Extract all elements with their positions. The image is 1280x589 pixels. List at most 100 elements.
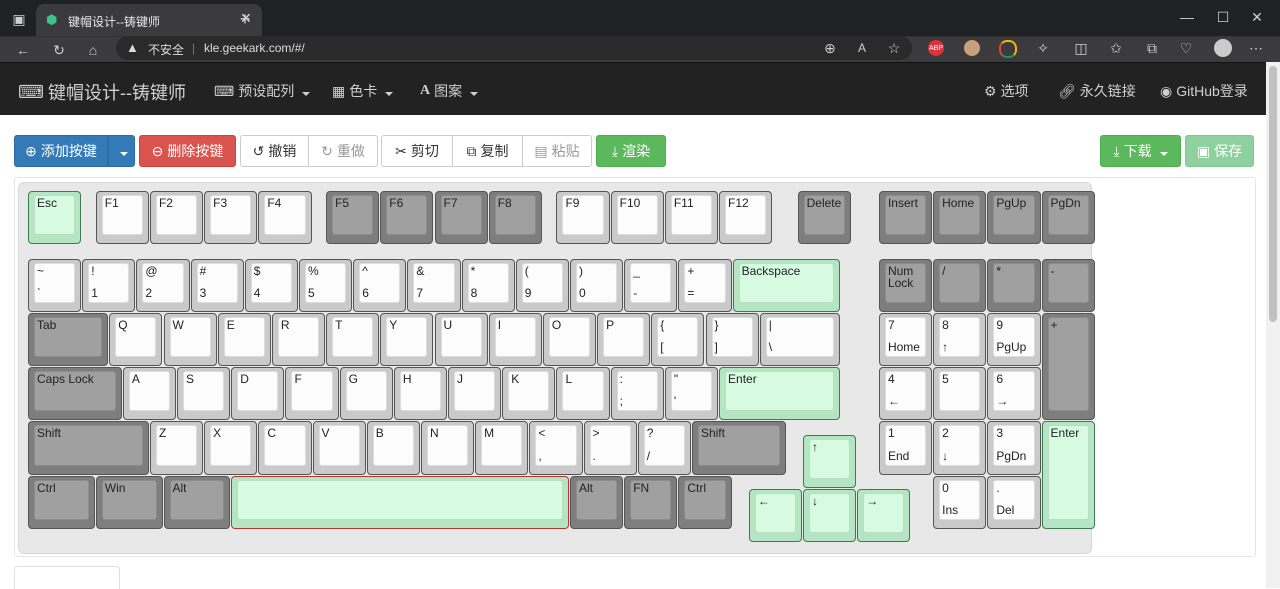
health-icon[interactable]: ♡ [1176,38,1196,58]
key-sym-19[interactable]: ! 1 [82,258,136,312]
key-sym-33[interactable]: / [933,258,987,312]
key-t[interactable]: T [326,312,380,367]
key-v[interactable]: V [312,421,366,475]
menu-presets[interactable]: ⌨ 预设配列 [214,81,310,101]
key-home[interactable]: Home [933,191,987,245]
key-6[interactable]: 6 → [987,367,1041,421]
key-esc[interactable]: Esc [28,191,82,245]
key-r[interactable]: R [271,312,326,367]
key-3[interactable]: 3 PgDn [987,421,1041,475]
tab-actions-icon[interactable]: ▣ [8,8,30,30]
brand[interactable]: ⌨ 键帽设计--铸键师 [18,79,186,105]
key-ctrl[interactable]: Ctrl [678,475,732,529]
profile-avatar[interactable] [1214,39,1232,57]
key-insert[interactable]: Insert [878,191,933,245]
key-alt[interactable]: Alt [163,475,231,529]
key-sym-34[interactable]: * [987,258,1041,312]
key-f1[interactable]: F1 [95,191,149,245]
key-sym-30[interactable]: + = [678,258,732,312]
key-sym-82[interactable]: ↑ [803,434,857,489]
copy-button[interactable]: ⧉ 复制 [452,135,523,167]
key-f4[interactable]: F4 [258,191,312,245]
key-9[interactable]: 9 PgUp [987,312,1041,367]
key-b[interactable]: B [366,421,420,475]
save-button[interactable]: ▣ 保存 [1185,135,1254,167]
key-2[interactable]: 2 ↓ [933,421,987,475]
nav-github-login[interactable]: ◉ GitHub登录 [1160,81,1248,101]
key-sym-27[interactable]: (9 [515,258,569,312]
key-shift[interactable]: Shift [28,421,149,475]
key-f9[interactable]: F9 [556,191,610,245]
refresh-icon[interactable]: ↻ [48,39,70,61]
key-e[interactable]: E [217,312,271,367]
key-enter[interactable]: Enter [719,367,840,421]
collections-icon[interactable]: ⧉ [1142,38,1162,58]
key-f7[interactable]: F7 [434,191,488,245]
home-icon[interactable]: ⌂ [82,39,104,61]
menu-patterns[interactable]: A 图案 [420,81,478,101]
key-o[interactable]: O [542,312,597,367]
minimize-icon[interactable]: — [1176,6,1198,28]
key-f5[interactable]: F5 [326,191,380,245]
key-sym-22[interactable]: $4 [244,258,298,312]
key-sym-79[interactable]: >. [583,421,637,475]
key-fn[interactable]: FN [624,475,678,529]
key-pgdn[interactable]: PgDn [1041,191,1095,245]
key-x[interactable]: X [204,421,258,475]
add-key-button[interactable]: ⊕ 添加按键 [14,135,108,167]
key-d[interactable]: D [231,367,285,421]
key-sym-26[interactable]: * 8 [461,258,515,312]
key-w[interactable]: W [163,312,217,367]
key-enter[interactable]: Enter [1041,421,1095,529]
key-sym-21[interactable]: #3 [190,258,244,312]
key-delete[interactable]: Delete [797,191,851,245]
delete-key-button[interactable]: ⊖ 删除按键 [139,135,236,167]
key-1[interactable]: 1 End [878,421,933,475]
color-extension-icon[interactable] [999,40,1017,58]
key-backspace[interactable]: Backspace [732,258,840,312]
key-l[interactable]: L [556,367,610,421]
key-sym-94[interactable]: ← [748,489,803,543]
menu-colors[interactable]: ▦ 色卡 [332,81,393,101]
key-z[interactable]: Z [149,421,204,475]
key-pgup[interactable]: PgUp [987,191,1041,245]
render-button[interactable]: ⤓ 渲染 [596,135,666,167]
key-space[interactable] [231,475,569,529]
key-sym-53[interactable]: + [1041,312,1095,421]
key-sym-80[interactable]: ? / [637,421,691,475]
cut-button[interactable]: ✂ 剪切 [381,135,453,167]
back-icon[interactable]: ← [12,39,34,61]
url-field[interactable]: ▲ 不安全 | kle.geekark.com/#/ ⊕ A ☆ [116,36,912,60]
redo-button[interactable]: ↻ 重做 [308,135,378,167]
key-f3[interactable]: F3 [204,191,258,245]
scrollbar-thumb[interactable] [1269,66,1277,322]
favorite-star-icon[interactable]: ☆ [884,38,904,58]
key-j[interactable]: J [448,367,502,421]
key-num-lock[interactable]: Num Lock [878,258,933,312]
key-f11[interactable]: F11 [664,191,719,245]
key-sym-98[interactable]: . Del [987,475,1041,529]
key-f[interactable]: F [285,367,339,421]
key-f10[interactable]: F10 [610,191,664,245]
zoom-icon[interactable]: ⊕ [820,38,840,58]
key-sym-48[interactable]: }] [705,312,759,367]
key-0[interactable]: 0 Ins [933,475,987,529]
key-8[interactable]: 8 ↑ [933,312,987,367]
extensions-puzzle-icon[interactable]: ✧ [1033,38,1053,58]
key-sym-64[interactable]: :; [610,367,664,421]
key-f2[interactable]: F2 [149,191,204,245]
key-sym-23[interactable]: % 5 [299,258,353,312]
key-ctrl[interactable]: Ctrl [28,475,95,529]
key-p[interactable]: P [597,312,651,367]
new-tab-icon[interactable]: + [234,8,256,30]
key-u[interactable]: U [434,312,488,367]
key-i[interactable]: I [488,312,542,367]
key-sym-18[interactable]: ~ ` [28,258,82,312]
key-sym-65[interactable]: " ' [664,367,719,421]
key-g[interactable]: G [339,367,393,421]
key-sym-95[interactable]: ↓ [803,489,857,543]
key-win[interactable]: Win [95,475,163,529]
key-s[interactable]: S [177,367,231,421]
key-sym-35[interactable]: - [1041,258,1095,312]
key-sym-25[interactable]: & 7 [407,258,461,312]
